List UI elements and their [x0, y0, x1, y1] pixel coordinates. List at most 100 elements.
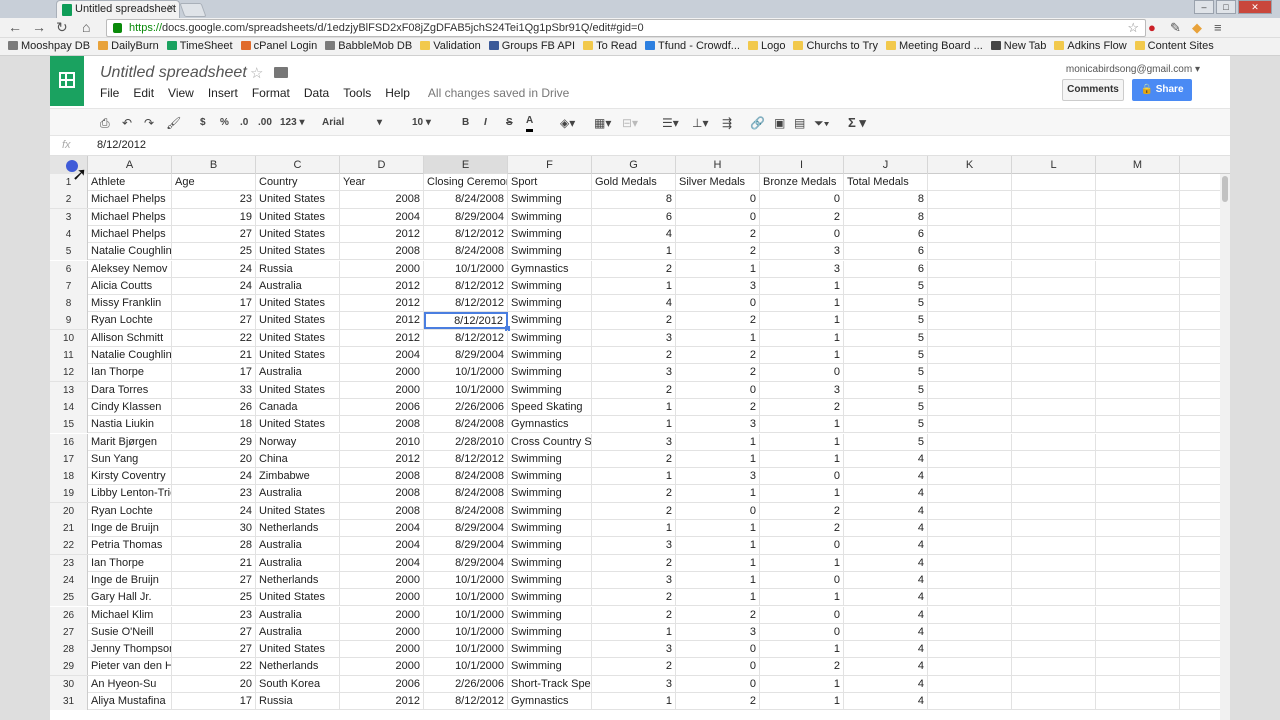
table-cell[interactable]: Alicia Coutts — [88, 277, 172, 295]
table-cell[interactable]: United States — [256, 641, 340, 659]
window-close-icon[interactable]: ✕ — [1238, 0, 1272, 14]
table-cell[interactable]: 10/1/2000 — [424, 641, 508, 659]
table-cell[interactable]: Swimming — [508, 554, 592, 572]
table-cell[interactable]: 1 — [760, 277, 844, 295]
row-header[interactable]: 23 — [50, 554, 88, 572]
empty-cell[interactable] — [928, 208, 1012, 226]
empty-cell[interactable] — [928, 641, 1012, 659]
row-header[interactable]: 14 — [50, 398, 88, 416]
bookmark-item[interactable]: New Tab — [990, 38, 1046, 55]
column-header-m[interactable]: M — [1096, 156, 1180, 174]
menu-icon[interactable]: ≡ — [1214, 20, 1222, 35]
menu-item-file[interactable]: File — [100, 86, 119, 100]
table-cell[interactable]: 2 — [592, 589, 676, 607]
empty-cell[interactable] — [1012, 260, 1096, 278]
table-cell[interactable]: 8/12/2012 — [424, 295, 508, 313]
table-cell[interactable]: 3 — [592, 675, 676, 693]
menu-item-data[interactable]: Data — [304, 86, 329, 100]
undo-icon[interactable]: ↶ — [122, 114, 132, 132]
table-cell[interactable]: 1 — [760, 675, 844, 693]
empty-cell[interactable] — [928, 502, 1012, 520]
table-cell[interactable]: Aliya Mustafina — [88, 693, 172, 710]
star-icon[interactable]: ☆ — [250, 64, 263, 82]
column-header-i[interactable]: I — [760, 156, 844, 174]
table-cell[interactable]: 2 — [592, 554, 676, 572]
bookmark-item[interactable]: Churchs to Try — [793, 38, 878, 55]
empty-cell[interactable] — [1096, 260, 1180, 278]
maximize-icon[interactable]: □ — [1216, 0, 1236, 14]
table-cell[interactable]: 1 — [592, 623, 676, 641]
table-cell[interactable]: 8/29/2004 — [424, 208, 508, 226]
align-vertical-icon[interactable]: ⊥▾ — [692, 114, 708, 132]
table-cell[interactable]: Swimming — [508, 468, 592, 486]
table-cell[interactable]: 2000 — [340, 364, 424, 382]
bookmark-item[interactable]: DailyBurn — [98, 38, 159, 55]
table-cell[interactable]: 0 — [760, 537, 844, 555]
table-cell[interactable]: 8/12/2012 — [424, 329, 508, 347]
table-cell[interactable]: 8/24/2008 — [424, 416, 508, 434]
table-cell[interactable]: 27 — [172, 571, 256, 589]
header-cell[interactable]: Sport — [508, 174, 592, 191]
table-cell[interactable]: 5 — [844, 312, 928, 330]
table-cell[interactable]: Australia — [256, 277, 340, 295]
table-cell[interactable]: 6 — [844, 260, 928, 278]
table-cell[interactable]: Swimming — [508, 225, 592, 243]
table-cell[interactable]: 2 — [592, 502, 676, 520]
row-header[interactable]: 13 — [50, 381, 88, 399]
column-header-h[interactable]: H — [676, 156, 760, 174]
reload-icon[interactable]: ↻ — [56, 19, 68, 36]
empty-cell[interactable] — [1096, 295, 1180, 313]
table-cell[interactable]: Susie O'Neill — [88, 623, 172, 641]
user-email[interactable]: monicabirdsong@gmail.com ▾ — [1066, 64, 1200, 75]
table-cell[interactable]: 2 — [592, 658, 676, 676]
empty-cell[interactable] — [928, 675, 1012, 693]
table-cell[interactable]: 28 — [172, 537, 256, 555]
table-cell[interactable]: 2006 — [340, 398, 424, 416]
table-cell[interactable]: 21 — [172, 347, 256, 364]
decrease-decimal-button[interactable]: .0 — [240, 114, 248, 132]
table-cell[interactable]: 3 — [592, 641, 676, 659]
empty-cell[interactable] — [1012, 312, 1096, 330]
table-cell[interactable]: 1 — [760, 554, 844, 572]
font-select[interactable]: Arial ▾ — [322, 114, 392, 132]
table-cell[interactable]: 8/29/2004 — [424, 537, 508, 555]
empty-cell[interactable] — [1012, 658, 1096, 676]
table-cell[interactable]: 2010 — [340, 433, 424, 451]
header-cell[interactable]: Bronze Medals — [760, 174, 844, 191]
table-cell[interactable]: 2 — [760, 398, 844, 416]
table-cell[interactable]: Cross Country S — [508, 433, 592, 451]
table-cell[interactable]: Nastia Liukin — [88, 416, 172, 434]
row-header[interactable]: 16 — [50, 433, 88, 451]
column-header-c[interactable]: C — [256, 156, 340, 174]
bookmark-item[interactable]: Content Sites — [1134, 38, 1214, 55]
table-cell[interactable]: 8/24/2008 — [424, 502, 508, 520]
table-cell[interactable]: 8/24/2008 — [424, 243, 508, 261]
back-arrow-icon[interactable]: ← — [8, 19, 22, 35]
tab-close-icon[interactable]: × — [168, 2, 174, 14]
table-cell[interactable]: 1 — [760, 485, 844, 503]
table-cell[interactable]: 2004 — [340, 554, 424, 572]
table-cell[interactable]: Michael Phelps — [88, 225, 172, 243]
table-cell[interactable]: 0 — [676, 658, 760, 676]
table-cell[interactable]: 4 — [592, 295, 676, 313]
empty-cell[interactable] — [928, 537, 1012, 555]
column-header-a[interactable]: A — [88, 156, 172, 174]
table-cell[interactable]: South Korea — [256, 675, 340, 693]
table-cell[interactable]: 1 — [592, 693, 676, 710]
row-header[interactable]: 18 — [50, 468, 88, 486]
table-cell[interactable]: China — [256, 450, 340, 468]
table-cell[interactable]: 1 — [760, 329, 844, 347]
bookmark-item[interactable]: TimeSheet — [166, 38, 233, 55]
table-cell[interactable]: 24 — [172, 502, 256, 520]
table-cell[interactable]: Netherlands — [256, 520, 340, 537]
table-cell[interactable]: Swimming — [508, 658, 592, 676]
empty-cell[interactable] — [1012, 571, 1096, 589]
menu-item-view[interactable]: View — [168, 86, 194, 100]
table-cell[interactable]: 4 — [844, 623, 928, 641]
table-cell[interactable]: Swimming — [508, 191, 592, 209]
table-cell[interactable]: 4 — [844, 537, 928, 555]
table-cell[interactable]: United States — [256, 243, 340, 261]
empty-cell[interactable] — [928, 571, 1012, 589]
table-cell[interactable]: Ian Thorpe — [88, 364, 172, 382]
table-cell[interactable]: 1 — [592, 416, 676, 434]
